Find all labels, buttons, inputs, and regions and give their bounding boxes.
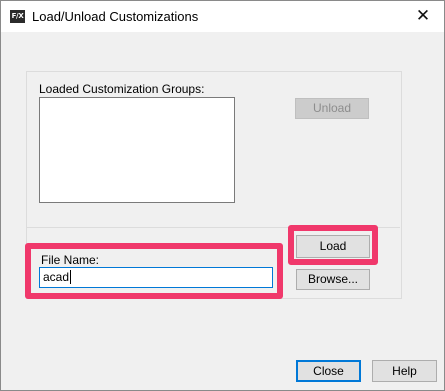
file-name-highlight-annotation	[25, 243, 283, 299]
unload-button[interactable]: Unload	[295, 98, 369, 119]
dialog-window: F/X Load/Unload Customizations ✕ Loaded …	[0, 0, 445, 391]
load-highlight-annotation	[288, 225, 378, 265]
loaded-groups-list[interactable]	[39, 97, 235, 203]
help-button[interactable]: Help	[372, 360, 437, 382]
close-window-icon[interactable]: ✕	[402, 2, 444, 31]
title-bar: F/X Load/Unload Customizations ✕	[1, 1, 444, 32]
loaded-groups-label: Loaded Customization Groups:	[39, 82, 205, 96]
close-button[interactable]: Close	[296, 360, 361, 382]
window-title: Load/Unload Customizations	[32, 9, 199, 24]
browse-button[interactable]: Browse...	[296, 269, 370, 290]
app-icon: F/X	[10, 10, 25, 23]
